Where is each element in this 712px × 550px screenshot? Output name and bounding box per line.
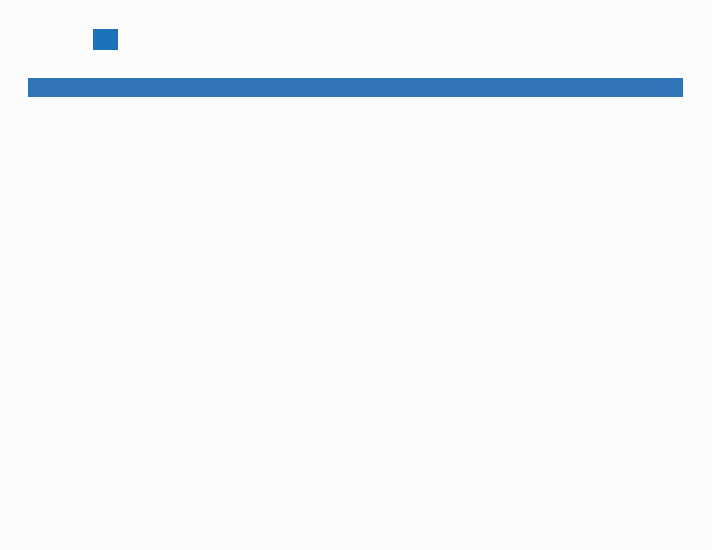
generalblue-logo[interactable] <box>31 27 151 73</box>
page-header <box>0 0 712 76</box>
calendar-grid <box>28 78 683 97</box>
logo-triangle-icon <box>93 29 118 50</box>
weekday-header-row <box>28 78 683 97</box>
